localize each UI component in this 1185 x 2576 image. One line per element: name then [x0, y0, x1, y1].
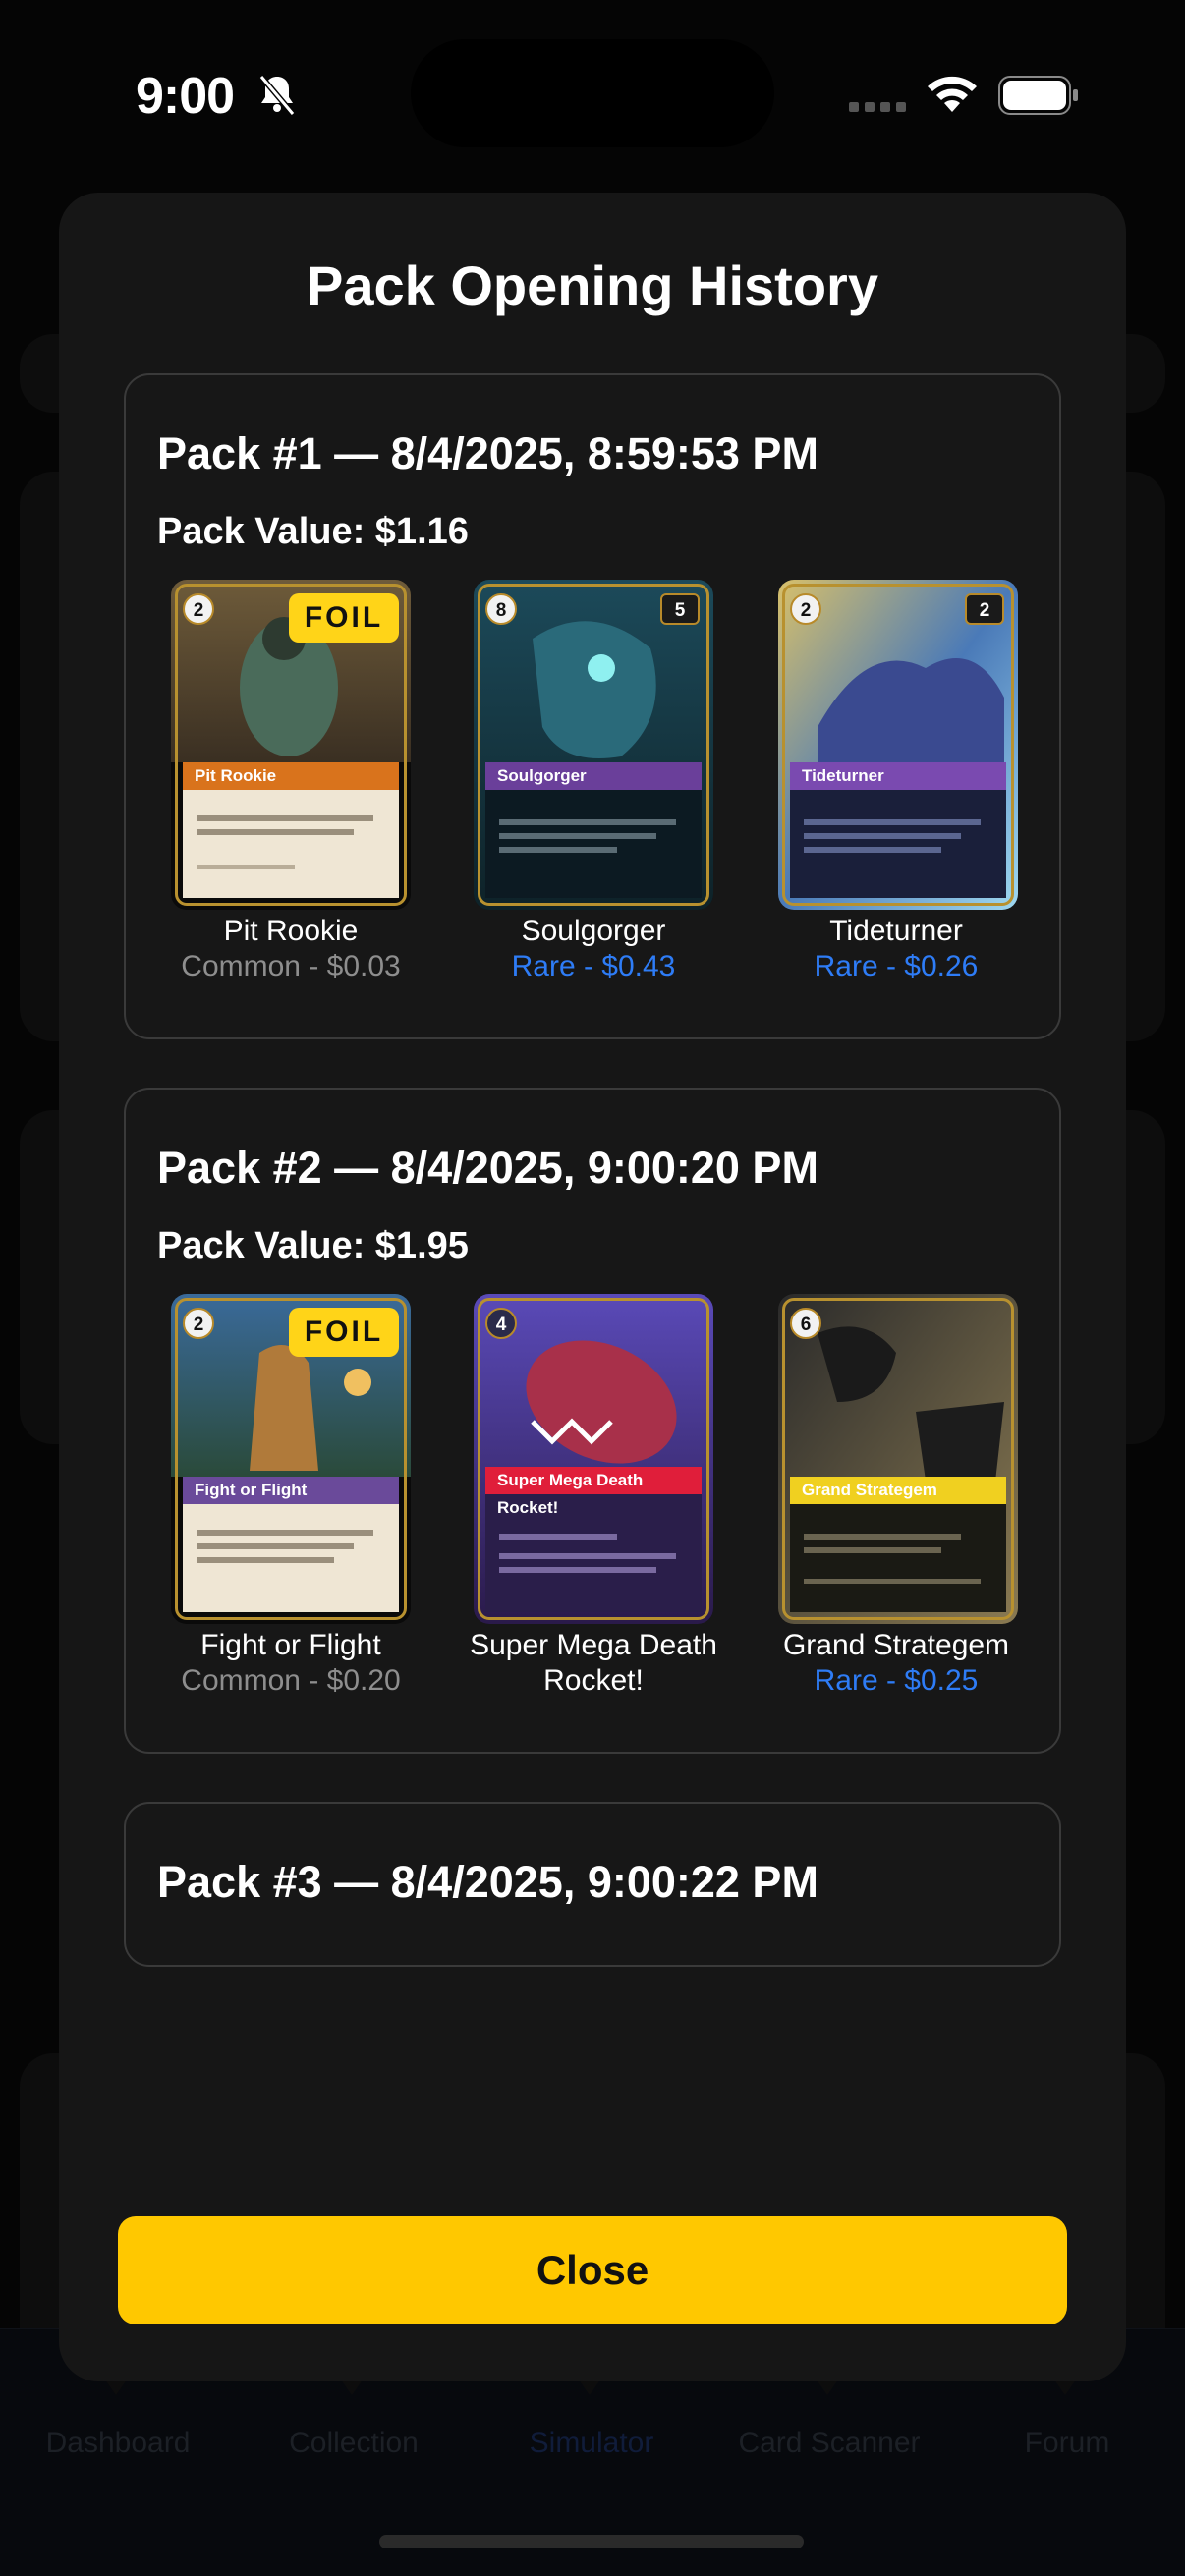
card-name: Super Mega Death Rocket!	[470, 1629, 717, 1697]
card-might: 5	[660, 593, 700, 625]
card-band-label: Soulgorger	[497, 766, 587, 785]
card-image[interactable]: Tideturner 2 2	[778, 580, 1018, 910]
dynamic-island	[411, 39, 774, 147]
pack-title: Pack #2 — 8/4/2025, 9:00:20 PM	[157, 1143, 818, 1193]
card-cost: 8	[485, 593, 517, 625]
card-image[interactable]: Soulgorger 8 5	[474, 580, 713, 910]
card-band-label: Tideturner	[802, 766, 884, 785]
tab-card-scanner[interactable]: Card Scanner	[711, 2427, 947, 2460]
card-art	[778, 1294, 1018, 1624]
card-band-label: Pit Rookie	[195, 766, 277, 785]
battery-icon	[998, 76, 1078, 115]
pack-title: Pack #1 — 8/4/2025, 8:59:53 PM	[157, 428, 818, 478]
modal-title: Pack Opening History	[307, 254, 878, 316]
card-cost: 2	[183, 593, 214, 625]
card-cost: 6	[790, 1308, 821, 1339]
pack-item: Pack #1 — 8/4/2025, 8:59:53 PM Pack Valu…	[124, 373, 1061, 1039]
tab-forum[interactable]: Forum	[949, 2427, 1185, 2460]
card-image[interactable]: Pit Rookie 2 FOIL	[171, 580, 411, 910]
card-rarity-price: Common - $0.03	[181, 950, 401, 982]
card-name: Fight or Flight	[200, 1629, 381, 1661]
card-cost: 2	[183, 1308, 214, 1339]
wifi-icon	[928, 76, 977, 112]
card-image[interactable]: Fight or Flight 2 FOIL	[171, 1294, 411, 1624]
card-art	[778, 580, 1018, 910]
status-bar: 9:00	[0, 0, 1185, 187]
tab-dashboard[interactable]: Dashboard	[0, 2427, 236, 2460]
tab-collection[interactable]: Collection	[236, 2427, 472, 2460]
card-art	[474, 580, 713, 910]
card-name: Grand Strategem	[782, 1629, 1010, 1661]
card-rarity-price: Rare - $0.26	[814, 950, 979, 982]
card-art	[474, 1294, 713, 1624]
home-indicator[interactable]	[379, 2535, 804, 2548]
foil-badge: FOIL	[289, 1308, 399, 1357]
pack-item: Pack #3 — 8/4/2025, 9:00:22 PM	[124, 1802, 1061, 1967]
card-name: Soulgorger	[521, 915, 666, 947]
card-image[interactable]: Super Mega Death Rocket! 4	[474, 1294, 713, 1624]
card-band-label: Fight or Flight	[195, 1481, 308, 1499]
card-band-label: Grand Strategem	[802, 1481, 937, 1499]
pack-value: Pack Value: $1.95	[157, 1225, 469, 1266]
card-rarity-price: Rare - $0.25	[814, 1664, 979, 1697]
pack-value: Pack Value: $1.16	[157, 511, 469, 552]
card-cost: 2	[790, 593, 821, 625]
card-rarity-price: Common - $0.20	[181, 1664, 401, 1697]
card-name: Pit Rookie	[223, 915, 359, 947]
pack-item: Pack #2 — 8/4/2025, 9:00:20 PM Pack Valu…	[124, 1088, 1061, 1754]
card-cost: 4	[485, 1308, 517, 1339]
card-image[interactable]: Grand Strategem 6	[778, 1294, 1018, 1624]
close-button[interactable]: Close	[118, 2216, 1067, 2324]
pack-title: Pack #3 — 8/4/2025, 9:00:22 PM	[157, 1857, 818, 1907]
bell-muted-icon	[258, 75, 296, 116]
card-might: 2	[965, 593, 1004, 625]
signal-dots-icon	[849, 102, 906, 112]
card-name: Tideturner	[829, 915, 963, 947]
status-time: 9:00	[136, 68, 235, 125]
card-rarity-price: Rare - $0.43	[511, 950, 676, 982]
tab-simulator[interactable]: Simulator	[474, 2427, 709, 2460]
foil-badge: FOIL	[289, 593, 399, 643]
card-band-label: Super Mega Death Rocket!	[497, 1471, 644, 1517]
